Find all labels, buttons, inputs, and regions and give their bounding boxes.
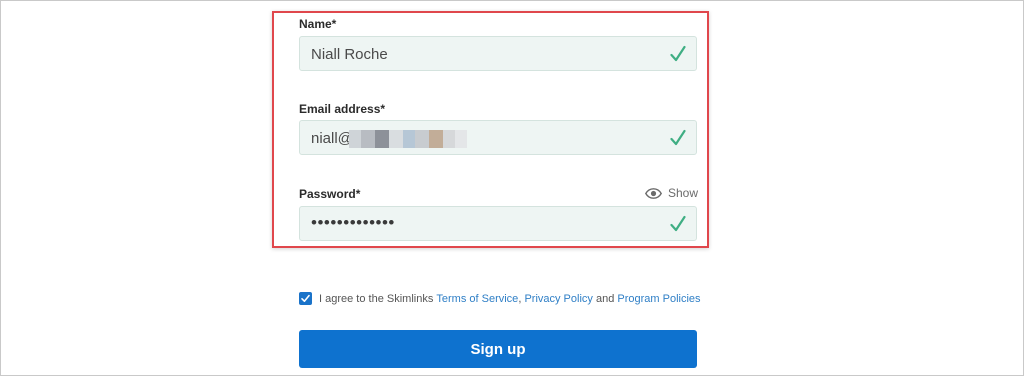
- privacy-policy-link[interactable]: Privacy Policy: [524, 293, 592, 305]
- checkmark-icon: [670, 45, 686, 62]
- program-policies-link[interactable]: Program Policies: [617, 293, 700, 305]
- sign-up-button[interactable]: Sign up: [299, 330, 697, 368]
- agree-checkbox[interactable]: [299, 292, 312, 305]
- password-field[interactable]: •••••••••••••: [299, 206, 697, 241]
- redacted-email-blur: [349, 130, 467, 148]
- name-field[interactable]: Niall Roche: [299, 36, 697, 71]
- email-field[interactable]: niall@j: [299, 120, 697, 155]
- show-label: Show: [668, 186, 699, 200]
- password-value: •••••••••••••: [311, 213, 395, 232]
- screenshot-frame: Name* Niall Roche Email address* niall@j…: [0, 0, 1024, 376]
- checkbox-check-icon: [301, 294, 310, 302]
- password-label: Password*: [299, 187, 361, 201]
- show-password-toggle[interactable]: Show: [645, 186, 698, 200]
- checkmark-icon: [670, 215, 686, 232]
- name-label: Name*: [299, 17, 337, 31]
- agreement-and-text: and: [592, 292, 618, 305]
- agreement-row: I agree to the Skimlinks Terms of Servic…: [299, 292, 701, 305]
- checkmark-icon: [670, 129, 686, 146]
- eye-icon: [645, 187, 662, 199]
- agreement-text-prefix: I agree to the Skimlinks: [319, 292, 437, 305]
- email-label: Email address*: [299, 102, 386, 116]
- name-value: Niall Roche: [311, 46, 388, 63]
- terms-of-service-link[interactable]: Terms of Service: [436, 293, 518, 305]
